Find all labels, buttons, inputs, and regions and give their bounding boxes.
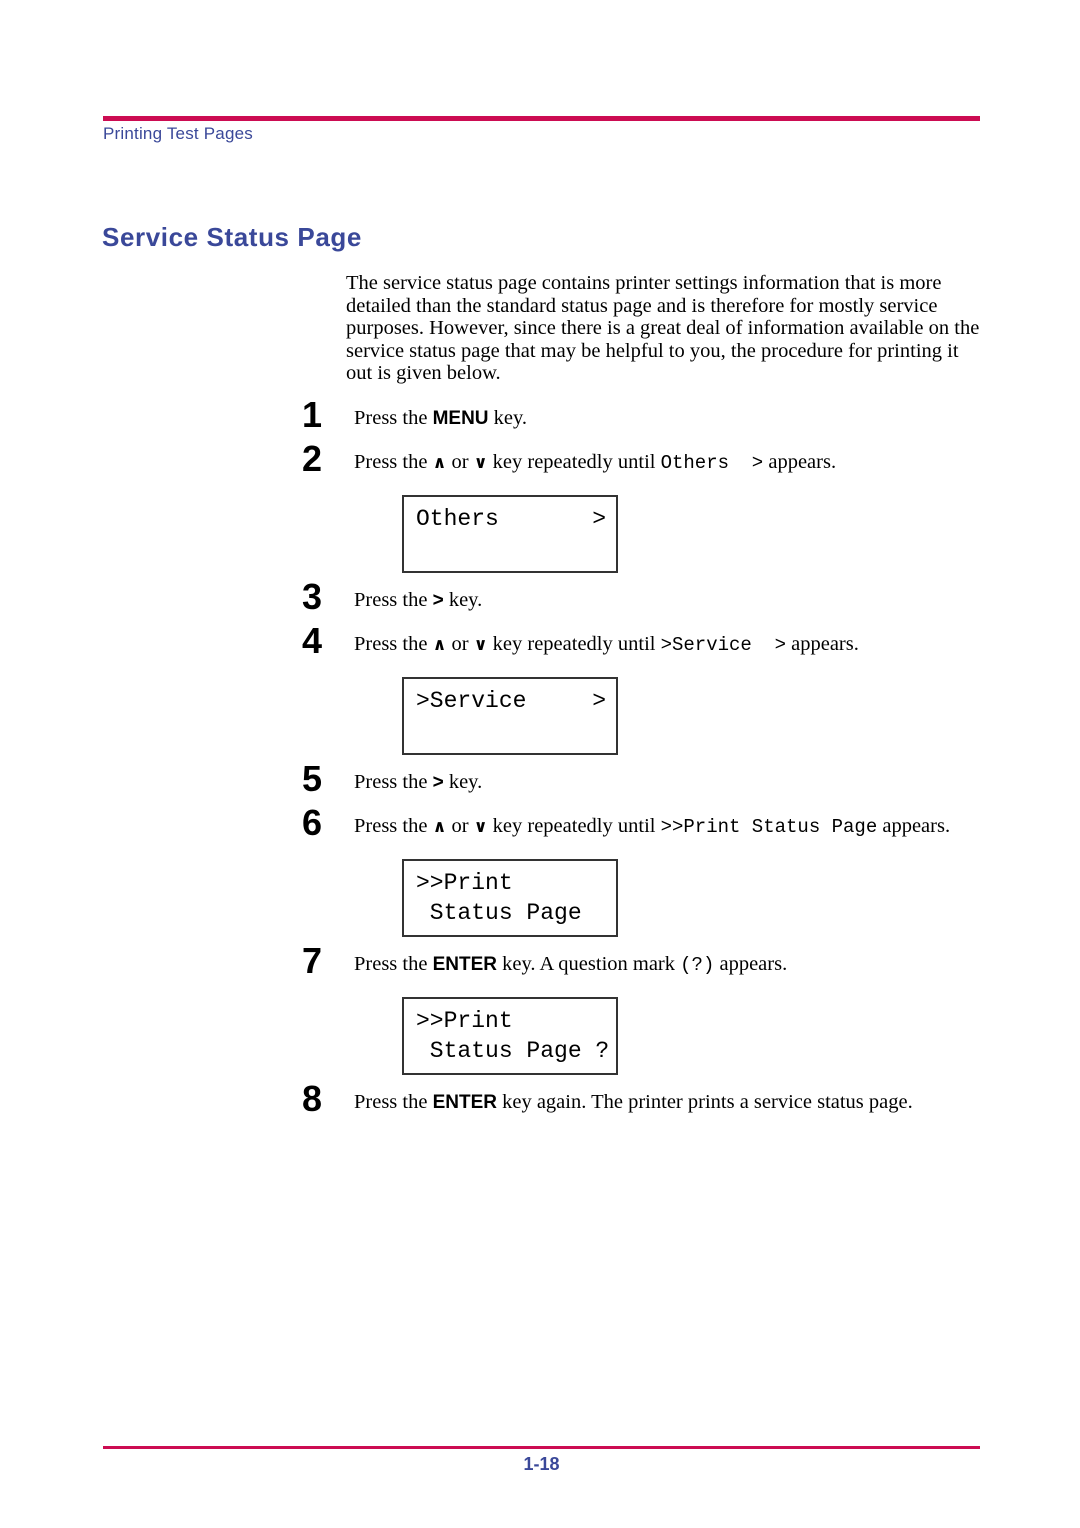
- step-text-pre: Press the: [354, 1090, 433, 1113]
- step-text-post: key. A question mark: [496, 952, 681, 975]
- key-label-menu: MENU: [432, 407, 489, 429]
- step-text: Press the > key.: [346, 589, 986, 613]
- lcd-line: Others >: [416, 504, 606, 534]
- step-text-post: key.: [443, 770, 483, 793]
- intro-paragraph: The service status page contains printer…: [346, 272, 980, 385]
- arrow-down-icon: ∨: [473, 452, 488, 473]
- step-text: Press the MENU key.: [346, 407, 986, 431]
- step-number: 4: [301, 619, 323, 661]
- step-text-mid: or: [446, 814, 474, 837]
- lcd-panel-print-status-query: >>Print Status Page ?: [402, 996, 618, 1075]
- step-text-pre: Press the: [354, 952, 433, 975]
- arrow-down-icon: ∨: [473, 816, 488, 837]
- step-text-post: key repeatedly until: [487, 632, 661, 655]
- lcd-panel-service: >Service >: [402, 676, 618, 755]
- lcd-line: >Service >: [416, 686, 606, 716]
- step-text: Press the > key.: [346, 771, 986, 795]
- lcd-line: Status Page: [416, 899, 582, 926]
- step-text: Press the ∧ or ∨ key repeatedly until >S…: [346, 633, 986, 657]
- arrow-down-icon: ∨: [473, 634, 488, 655]
- lcd-panel-others: Others >: [402, 494, 618, 573]
- step-number: 6: [301, 801, 323, 843]
- step-text: Press the ∧ or ∨ key repeatedly until Ot…: [346, 451, 986, 475]
- step-text-pre: Press the: [354, 814, 433, 837]
- step-text-tail: appears.: [714, 952, 788, 975]
- lcd-line: >>Print: [416, 869, 513, 896]
- step-text-pre: Press the: [354, 406, 433, 429]
- step-number: 3: [301, 575, 323, 617]
- step-text-pre: Press the: [354, 632, 433, 655]
- display-text-print-status-page: >>Print Status Page: [660, 815, 878, 838]
- step-text-pre: Press the: [354, 450, 433, 473]
- step-text-tail: appears.: [763, 450, 837, 473]
- key-label-enter: ENTER: [432, 953, 497, 975]
- step-text-post: key repeatedly until: [487, 450, 661, 473]
- step-text-tail: appears.: [877, 814, 951, 837]
- display-text-question-mark: (?): [680, 953, 715, 976]
- lcd-line-blank: [416, 534, 606, 564]
- lcd-text-right: >: [592, 505, 606, 532]
- step-text-tail: appears.: [786, 632, 859, 655]
- step-text-mid: or: [446, 632, 474, 655]
- step-1: 1 Press the MENU key.: [302, 394, 986, 437]
- step-7: 7 Press the ENTER key. A question mark (…: [302, 940, 986, 983]
- step-8: 8 Press the ENTER key again. The printer…: [302, 1078, 986, 1121]
- step-text-pre: Press the: [354, 588, 433, 611]
- lcd-line: >>Print: [416, 1007, 513, 1034]
- step-text: Press the ENTER key again. The printer p…: [346, 1091, 986, 1115]
- arrow-up-icon: ∧: [432, 452, 447, 473]
- step-text-post: key.: [443, 588, 483, 611]
- step-text-post: key.: [488, 406, 528, 429]
- arrow-up-icon: ∧: [432, 816, 447, 837]
- display-text-service: >Service >: [660, 633, 787, 656]
- lcd-line-blank: [416, 716, 606, 746]
- step-number: 5: [301, 757, 323, 799]
- step-text: Press the ENTER key. A question mark (?)…: [346, 953, 986, 977]
- lcd-text-left: >Service: [416, 687, 527, 714]
- key-label-right: >: [432, 589, 444, 611]
- page-title: Service Status Page: [102, 222, 362, 252]
- step-text-pre: Press the: [354, 770, 433, 793]
- lcd-text-left: Others: [416, 505, 499, 532]
- arrow-up-icon: ∧: [432, 634, 447, 655]
- step-text-mid: or: [446, 450, 474, 473]
- step-number: 1: [301, 393, 323, 435]
- key-label-enter: ENTER: [432, 1091, 497, 1113]
- key-label-right: >: [432, 771, 444, 793]
- step-5: 5 Press the > key.: [302, 758, 986, 801]
- step-text-post: key again. The printer prints a service …: [496, 1090, 913, 1113]
- running-header: Printing Test Pages: [103, 124, 253, 143]
- step-2: 2 Press the ∧ or ∨ key repeatedly until …: [302, 438, 986, 481]
- lcd-text-right: >: [592, 687, 606, 714]
- header-rule: [103, 116, 980, 121]
- display-text-others: Others >: [660, 451, 764, 474]
- footer-rule: [103, 1446, 980, 1449]
- content-column: The service status page contains printer…: [302, 272, 986, 1121]
- step-number: 2: [301, 437, 323, 479]
- lcd-panel-print-status: >>Print Status Page: [402, 858, 618, 937]
- page-number: 1-18: [523, 1454, 560, 1474]
- step-3: 3 Press the > key.: [302, 576, 986, 619]
- lcd-line: Status Page ?: [416, 1037, 610, 1064]
- step-number: 7: [301, 939, 323, 981]
- step-text: Press the ∧ or ∨ key repeatedly until >>…: [346, 815, 986, 839]
- step-number: 8: [301, 1077, 323, 1119]
- step-6: 6 Press the ∧ or ∨ key repeatedly until …: [302, 802, 986, 845]
- step-4: 4 Press the ∧ or ∨ key repeatedly until …: [302, 620, 986, 663]
- step-text-post: key repeatedly until: [487, 814, 661, 837]
